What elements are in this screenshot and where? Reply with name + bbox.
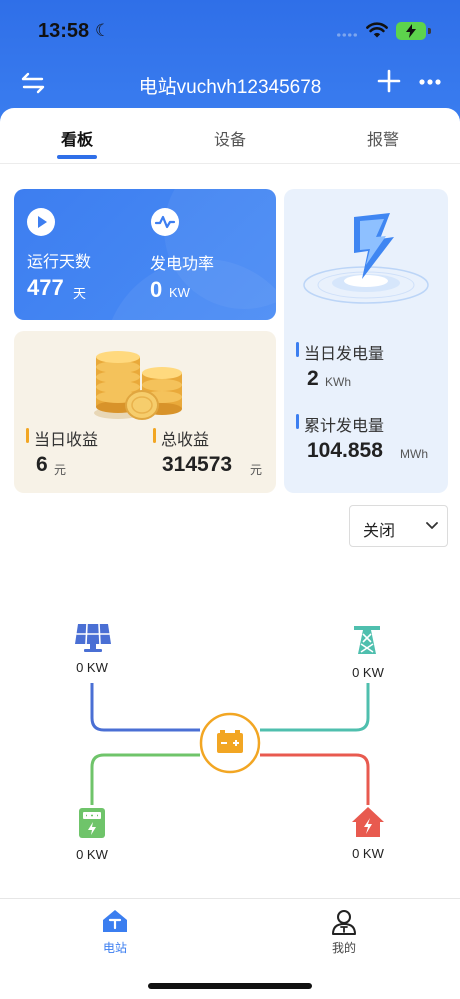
grid-power-value: 0 KW	[352, 665, 384, 680]
play-icon	[27, 208, 55, 236]
tabbar-label-mine: 我的	[331, 941, 356, 955]
mode-select-value: 关闭	[363, 523, 396, 540]
chevron-down-icon	[426, 522, 438, 529]
income-card: 当日收益 6 元 总收益 314573 元	[14, 331, 276, 493]
add-icon[interactable]	[376, 68, 402, 94]
daily-income-label: 当日收益	[26, 426, 98, 450]
station-home-icon	[103, 910, 127, 932]
nav-bar: 电站vuchvh12345678	[0, 58, 460, 108]
tabbar-label-station: 电站	[102, 941, 127, 955]
status-time: 13:58	[38, 20, 90, 42]
total-income-unit: 元	[250, 463, 263, 477]
home-load-icon	[352, 807, 384, 837]
more-icon[interactable]	[418, 70, 442, 94]
power-value: 0	[150, 277, 163, 302]
coins-icon	[94, 351, 182, 420]
total-income-label: 总收益	[153, 426, 209, 450]
daily-generation-unit: KWh	[325, 375, 352, 389]
solar-panel-icon	[75, 623, 111, 652]
tab-dashboard[interactable]: 看板	[37, 126, 117, 150]
total-generation-value: 104.858	[307, 439, 383, 462]
mode-select[interactable]: 关闭	[349, 505, 448, 547]
status-bar: 13:58 ☾	[0, 0, 460, 58]
home-indicator	[148, 983, 312, 989]
moon-icon: ☾	[95, 21, 111, 40]
tab-bar: 看板 设备 报警	[0, 108, 460, 164]
home-power-value: 0 KW	[352, 846, 384, 861]
total-income-value: 314573	[162, 453, 233, 476]
tab-active-indicator	[57, 155, 97, 159]
power-label: 发电功率	[150, 256, 215, 273]
total-generation-label: 累计发电量	[296, 412, 384, 436]
signal-dots-icon	[336, 33, 358, 37]
daily-income-unit: 元	[54, 463, 67, 477]
lightning-platform-icon	[303, 213, 429, 304]
battery-icon	[396, 22, 426, 40]
pulse-icon	[151, 208, 179, 236]
meter-power-value: 0 KW	[76, 847, 108, 862]
tab-alarms[interactable]: 报警	[343, 126, 423, 150]
runtime-card: 运行天数 477 天 发电功率 0 KW	[14, 189, 276, 320]
meter-icon	[79, 808, 105, 838]
battery-storage-icon	[217, 730, 243, 753]
tab-devices[interactable]: 设备	[190, 126, 270, 150]
solar-power-value: 0 KW	[76, 660, 108, 675]
run-days-value: 477	[27, 275, 64, 300]
wifi-icon	[366, 22, 388, 38]
run-days-label: 运行天数	[27, 254, 92, 271]
user-icon	[332, 910, 356, 935]
battery-cap	[428, 28, 431, 34]
daily-generation-label: 当日发电量	[296, 340, 384, 364]
total-generation-unit: MWh	[400, 447, 428, 461]
energy-flow-diagram: 0 KW 0 KW 0 KW 0 KW	[0, 600, 460, 880]
daily-generation-value: 2	[307, 367, 319, 390]
power-unit: KW	[169, 285, 190, 300]
run-days-unit: 天	[73, 286, 87, 301]
grid-tower-icon	[354, 626, 380, 654]
daily-income-value: 6	[36, 453, 48, 476]
generation-card: 当日发电量 2 KWh 累计发电量 104.858 MWh	[284, 189, 448, 493]
